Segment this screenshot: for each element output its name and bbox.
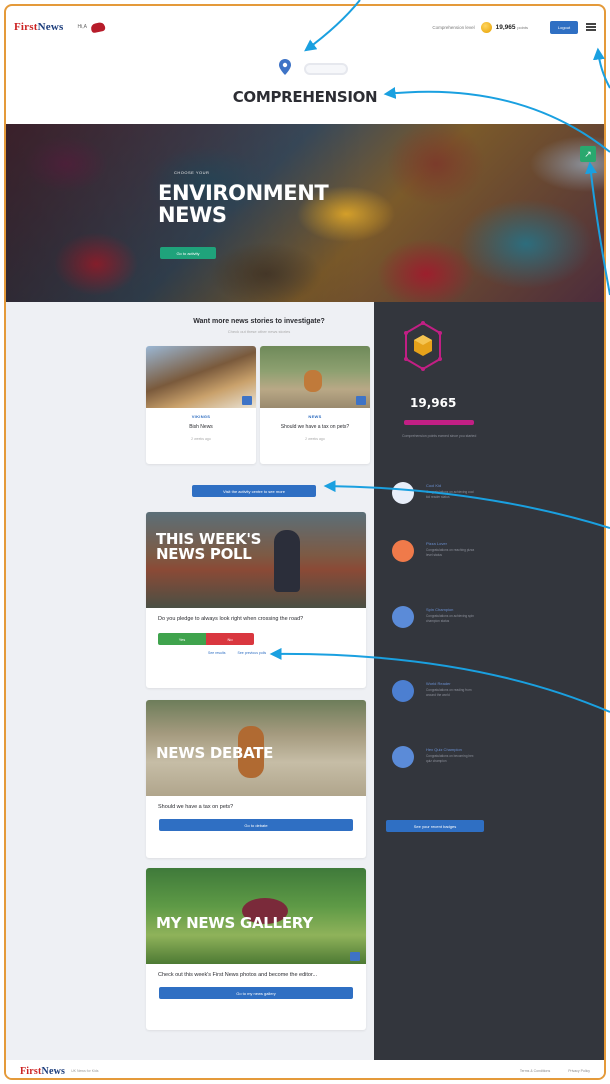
badge-cool-kid-icon xyxy=(392,482,414,504)
badge-name: Cool Kid xyxy=(426,483,442,488)
user-name: Hi,A xyxy=(77,24,87,30)
hero-activity-button[interactable]: Go to activity xyxy=(160,247,216,259)
activity-centre-button[interactable]: Visit the activity centre to see more xyxy=(192,485,316,497)
badge-description: Congratulations on achieving cool kid re… xyxy=(426,490,474,499)
hero-title: ENVIRONMENT NEWS xyxy=(158,181,329,227)
story-image xyxy=(260,346,370,408)
expand-icon[interactable]: ↗ xyxy=(580,146,596,162)
gallery-image-title: MY NEWS GALLERY xyxy=(156,914,313,932)
news-debate-card: NEWS DEBATE Should we have a tax on pets… xyxy=(146,700,366,858)
debate-image-title: NEWS DEBATE xyxy=(156,744,274,762)
story-card[interactable]: VIKINGS Bish News 2 weeks ago xyxy=(146,346,256,464)
story-image xyxy=(146,346,256,408)
gallery-text: Check out this week's First News photos … xyxy=(158,972,318,978)
gallery-tag-icon xyxy=(350,952,360,961)
location-pin-icon xyxy=(279,59,291,75)
first-news-logo[interactable]: FirstNews xyxy=(14,21,63,33)
score-bar xyxy=(404,420,474,425)
poll-buttons: Yes No xyxy=(158,633,366,645)
badge-description: Congratulations on becoming hex quiz cha… xyxy=(426,754,474,763)
page-title: COMPREHENSION xyxy=(232,88,378,106)
story-card[interactable]: NEWS Should we have a tax on pets? 2 wee… xyxy=(260,346,370,464)
more-stories-subtitle: Check out these other news stories xyxy=(227,329,291,334)
badge-item[interactable]: Spin Champion Congratulations on achievi… xyxy=(392,606,592,650)
badge-pizza-icon xyxy=(392,540,414,562)
poll-image-title: THIS WEEK'S NEWS POLL xyxy=(156,530,262,563)
debate-button[interactable]: Go to debate xyxy=(159,819,353,831)
badge-description: Congratulations on reading from around t… xyxy=(426,688,472,697)
news-poll-card: THIS WEEK'S NEWS POLL Do you pledge to a… xyxy=(146,512,366,688)
hero-banner: CHOOSE YOUR ENVIRONMENT NEWS Go to activ… xyxy=(6,124,604,302)
poll-question: Do you pledge to always look right when … xyxy=(158,616,304,622)
more-stories-title: Want more news stories to investigate? xyxy=(193,318,325,325)
footer-logo[interactable]: FirstNews xyxy=(20,1066,65,1077)
student-figure xyxy=(274,530,300,592)
badge-item[interactable]: Hex Quiz Champion Congratulations on bec… xyxy=(392,746,592,790)
footer-links: Terms & Conditions Privacy Policy xyxy=(520,1069,590,1073)
footer: FirstNews UK News for Kids Terms & Condi… xyxy=(6,1060,604,1078)
hexagon-score-icon xyxy=(404,321,442,371)
story-headline: Should we have a tax on pets? xyxy=(280,424,350,430)
story-tag-icon xyxy=(356,396,366,405)
progress-track xyxy=(304,63,348,75)
progress-indicator xyxy=(276,56,348,80)
badge-globe-icon xyxy=(392,680,414,702)
hero-kicker: CHOOSE YOUR xyxy=(174,170,210,175)
badge-description: Congratulations on reaching pizza level … xyxy=(426,548,475,557)
badge-spin-icon xyxy=(392,606,414,628)
badge-item[interactable]: Cool Kid Congratulations on achieving co… xyxy=(392,482,592,526)
debate-image: NEWS DEBATE xyxy=(146,700,366,796)
story-tag-icon xyxy=(242,396,252,405)
badge-name: Spin Champion xyxy=(426,607,454,612)
footer-terms-link[interactable]: Terms & Conditions xyxy=(520,1069,550,1073)
story-date: 2 weeks ago xyxy=(305,437,325,441)
debate-question: Should we have a tax on pets? xyxy=(158,804,234,810)
logout-button[interactable]: Logout xyxy=(550,20,578,34)
achievements-sidebar: 19,965 Comprehension points earned since… xyxy=(374,302,604,1060)
avatar-icon[interactable] xyxy=(90,21,106,33)
top-bar: FirstNews Hi,A Comprehension level 19,96… xyxy=(6,6,604,48)
score-subtitle: Comprehension points earned since you st… xyxy=(402,434,477,438)
score-value: 19,965 xyxy=(410,396,457,410)
story-kicker: NEWS xyxy=(308,414,322,419)
story-kicker: VIKINGS xyxy=(191,414,211,419)
points-value: 19,965 points xyxy=(495,23,528,31)
poll-links: See results See previous polls xyxy=(208,651,366,655)
coin-icon xyxy=(480,21,492,33)
poll-previous-link[interactable]: See previous polls xyxy=(238,651,267,655)
footer-tagline: UK News for Kids xyxy=(71,1069,99,1073)
see-badges-button[interactable]: See your recent badges xyxy=(386,820,484,832)
badge-name: World Reader xyxy=(426,681,451,686)
dog-figure xyxy=(304,370,322,392)
poll-image: THIS WEEK'S NEWS POLL xyxy=(146,512,366,608)
badge-item[interactable]: Pizza Lover Congratulations on reaching … xyxy=(392,540,592,584)
poll-results-link[interactable]: See results xyxy=(208,651,226,655)
news-gallery-card: MY NEWS GALLERY Check out this week's Fi… xyxy=(146,868,366,1030)
gallery-button[interactable]: Go to my news gallery xyxy=(159,987,353,999)
hamburger-menu-icon[interactable] xyxy=(586,22,596,32)
footer-privacy-link[interactable]: Privacy Policy xyxy=(568,1069,590,1073)
gallery-image: MY NEWS GALLERY xyxy=(146,868,366,964)
story-date: 2 weeks ago xyxy=(191,437,211,441)
app-frame: FirstNews Hi,A Comprehension level 19,96… xyxy=(4,4,606,1080)
points-label: Comprehension level xyxy=(432,24,475,30)
badge-description: Congratulations on achieving spin champi… xyxy=(426,614,474,623)
poll-yes-button[interactable]: Yes xyxy=(158,633,206,645)
story-headline: Bish News xyxy=(189,424,213,430)
badge-item[interactable]: World Reader Congratulations on reading … xyxy=(392,680,592,724)
badge-hex-icon xyxy=(392,746,414,768)
badge-name: Hex Quiz Champion xyxy=(426,747,462,752)
badge-name: Pizza Lover xyxy=(426,541,447,546)
poll-no-button[interactable]: No xyxy=(206,633,254,645)
main-content: Want more news stories to investigate? C… xyxy=(6,302,374,1060)
